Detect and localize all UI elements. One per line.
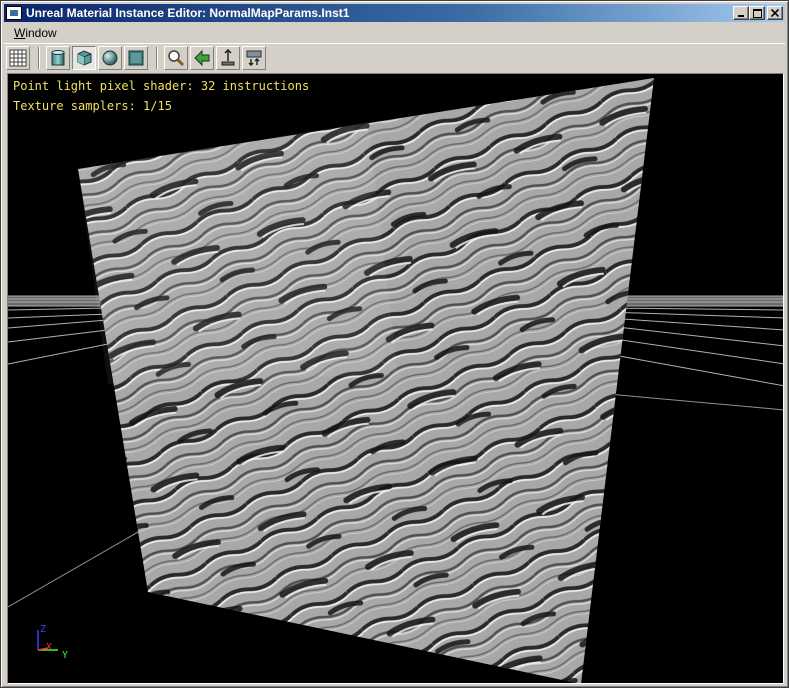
home-icon — [221, 48, 235, 65]
title-bar[interactable]: Unreal Material Instance Editor: NormalM… — [4, 4, 785, 22]
menu-window[interactable]: Window — [10, 25, 61, 41]
preview-cylinder-button[interactable] — [46, 45, 70, 70]
toolbar-separator — [38, 46, 40, 69]
axis-z-label: Z — [40, 624, 47, 635]
minimize-button[interactable] — [733, 6, 749, 20]
magnifier-icon — [168, 49, 185, 66]
axis-x-label: X — [46, 642, 53, 653]
find-in-browser-button[interactable] — [164, 45, 188, 70]
cube-icon — [77, 49, 92, 66]
refresh-button[interactable] — [242, 45, 266, 70]
texture-samplers-stat: Texture samplers: 1/15 — [13, 99, 172, 113]
back-button[interactable] — [190, 45, 214, 70]
preview-scene[interactable] — [8, 74, 784, 684]
menu-bar: Window — [4, 23, 785, 42]
maximize-icon — [752, 8, 762, 18]
preview-cube-button[interactable] — [72, 45, 96, 70]
preview-viewport[interactable]: Point light pixel shader: 32 instruction… — [7, 73, 784, 684]
toggle-grid-button[interactable] — [6, 45, 30, 70]
toolbar-separator — [156, 46, 158, 69]
material-instance-editor-window: Unreal Material Instance Editor: NormalM… — [0, 0, 789, 688]
plane-icon — [128, 50, 144, 65]
sphere-icon — [102, 50, 118, 65]
menu-window-label: indow — [25, 25, 57, 40]
toolbar — [4, 43, 785, 71]
window-controls — [733, 6, 783, 20]
axis-gizmo: Z X Y — [32, 624, 72, 663]
preview-sphere-button[interactable] — [98, 45, 122, 70]
shader-instructions-stat: Point light pixel shader: 32 instruction… — [13, 79, 310, 93]
preview-plane-button[interactable] — [124, 45, 148, 70]
axis-y-label: Y — [62, 650, 69, 661]
cylinder-icon — [51, 49, 65, 65]
maximize-button[interactable] — [749, 6, 765, 20]
grid-icon — [9, 49, 27, 66]
app-icon — [6, 6, 22, 20]
window-title: Unreal Material Instance Editor: NormalM… — [26, 6, 350, 20]
close-button[interactable] — [767, 6, 783, 20]
back-arrow-icon — [194, 49, 210, 66]
home-button[interactable] — [216, 45, 240, 70]
menu-window-mnemonic: W — [14, 25, 26, 40]
close-icon — [771, 9, 779, 17]
minimize-icon — [738, 15, 744, 17]
refresh-icon — [246, 50, 262, 66]
